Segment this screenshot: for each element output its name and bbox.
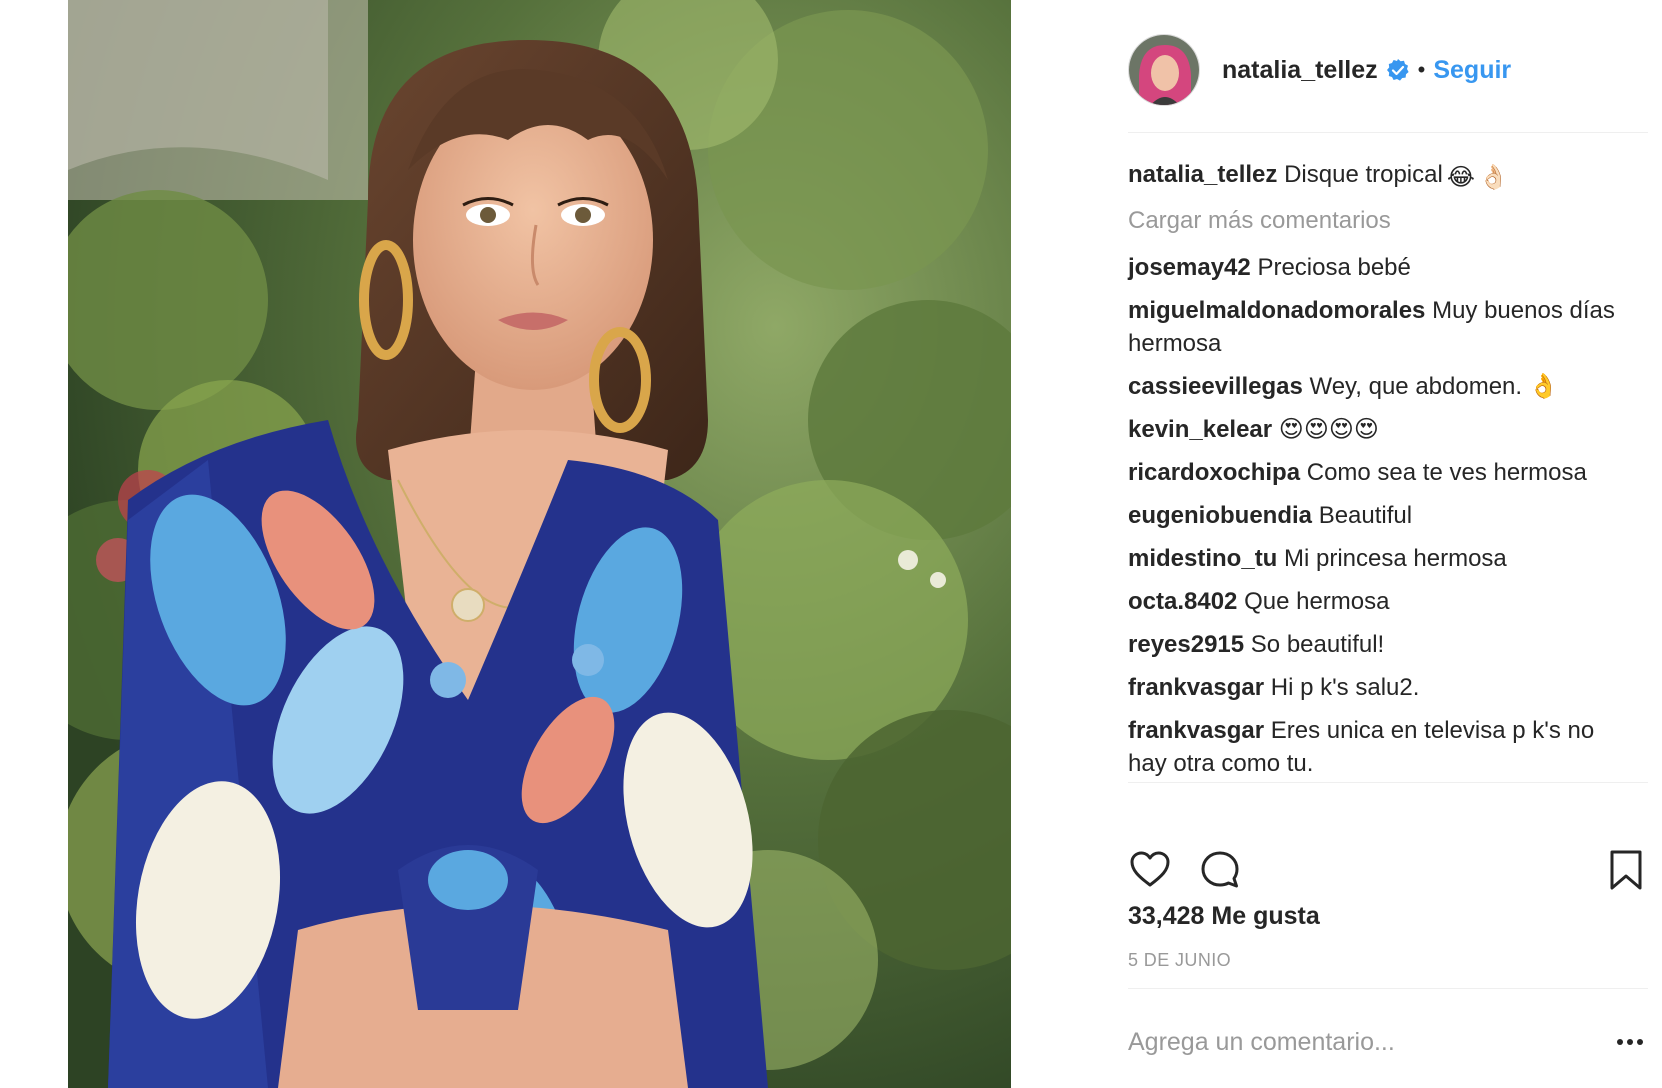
more-options-icon[interactable] (1612, 1028, 1648, 1056)
comment-text: 😍😍😍😍 (1278, 416, 1379, 443)
verified-badge-icon (1386, 59, 1409, 81)
post-header: natalia_tellez • Seguir (1128, 32, 1648, 108)
post-photo[interactable] (68, 0, 1011, 1088)
comment-bubble-icon[interactable] (1198, 848, 1242, 892)
comment-text: Beautiful (1318, 502, 1413, 529)
comment-item: octa.8402 Que hermosa (1128, 585, 1628, 618)
comment-text: Que hermosa (1244, 588, 1390, 615)
comment-text: Wey, que abdomen. 👌 (1309, 373, 1559, 400)
comment-username[interactable]: frankvasgar (1128, 717, 1264, 744)
comment-text: Preciosa bebé (1257, 254, 1411, 281)
post-side-panel: natalia_tellez • Seguir natalia_tellez D… (1128, 0, 1648, 1088)
comment-item: josemay42 Preciosa bebé (1128, 251, 1628, 284)
post-date[interactable]: 5 DE JUNIO (1128, 950, 1231, 971)
post-actions (1128, 848, 1648, 892)
comment-text: Hi p k's salu2. (1270, 674, 1420, 701)
avatar[interactable] (1128, 34, 1200, 106)
comment-username[interactable]: cassieevillegas (1128, 373, 1303, 400)
comment-username[interactable]: eugeniobuendia (1128, 502, 1312, 529)
post-photo-illustration (68, 0, 1011, 1088)
comment-username[interactable]: octa.8402 (1128, 588, 1237, 615)
header-divider (1128, 132, 1648, 133)
caption-text: Disque tropical (1284, 161, 1443, 188)
comments-divider (1128, 782, 1648, 783)
comment-item: miguelmaldonadomorales Muy buenos días h… (1128, 294, 1628, 360)
bookmark-icon[interactable] (1604, 848, 1648, 892)
add-comment-bar (1128, 1020, 1648, 1064)
avatar-image (1129, 35, 1199, 105)
laughing-emoji: 😂 (1446, 164, 1475, 191)
comment-item: ricardoxochipa Como sea te ves hermosa (1128, 456, 1628, 489)
header-separator: • (1417, 57, 1426, 82)
follow-button[interactable]: Seguir (1433, 56, 1511, 85)
instagram-post-page: natalia_tellez • Seguir natalia_tellez D… (0, 0, 1662, 1088)
comments-list: natalia_tellez Disque tropical 😂 👌🏻 Cargar… (1128, 158, 1628, 790)
likes-count[interactable]: 33,428 Me gusta (1128, 902, 1320, 931)
comment-username[interactable]: reyes2915 (1128, 631, 1244, 658)
comment-item: kevin_kelear 😍😍😍😍 (1128, 413, 1628, 446)
comment-username[interactable]: ricardoxochipa (1128, 459, 1300, 486)
footer-divider (1128, 988, 1648, 989)
comment-item: eugeniobuendia Beautiful (1128, 499, 1628, 532)
comment-item: midestino_tu Mi princesa hermosa (1128, 542, 1628, 575)
post-caption: natalia_tellez Disque tropical 😂 👌🏻 (1128, 158, 1628, 194)
load-more-comments-button[interactable]: Cargar más comentarios (1128, 204, 1628, 237)
comment-username[interactable]: miguelmaldonadomorales (1128, 297, 1425, 324)
caption-username[interactable]: natalia_tellez (1128, 161, 1277, 188)
comment-item: cassieevillegas Wey, que abdomen. 👌 (1128, 370, 1628, 403)
comment-text: Mi princesa hermosa (1284, 545, 1507, 572)
comment-item: reyes2915 So beautiful! (1128, 628, 1628, 661)
heart-icon[interactable] (1128, 848, 1172, 892)
comment-text: So beautiful! (1250, 631, 1385, 658)
add-comment-input[interactable] (1128, 1027, 1568, 1057)
comment-username[interactable]: midestino_tu (1128, 545, 1277, 572)
header-username[interactable]: natalia_tellez (1222, 56, 1378, 85)
comment-item: frankvasgar Hi p k's salu2. (1128, 671, 1628, 704)
comment-username[interactable]: kevin_kelear (1128, 416, 1272, 443)
comment-item: frankvasgar Eres unica en televisa p k's… (1128, 714, 1628, 780)
comment-username[interactable]: josemay42 (1128, 254, 1251, 281)
ok-hand-emoji: 👌🏻 (1478, 164, 1509, 191)
comment-text: Como sea te ves hermosa (1306, 459, 1587, 486)
comment-username[interactable]: frankvasgar (1128, 674, 1264, 701)
